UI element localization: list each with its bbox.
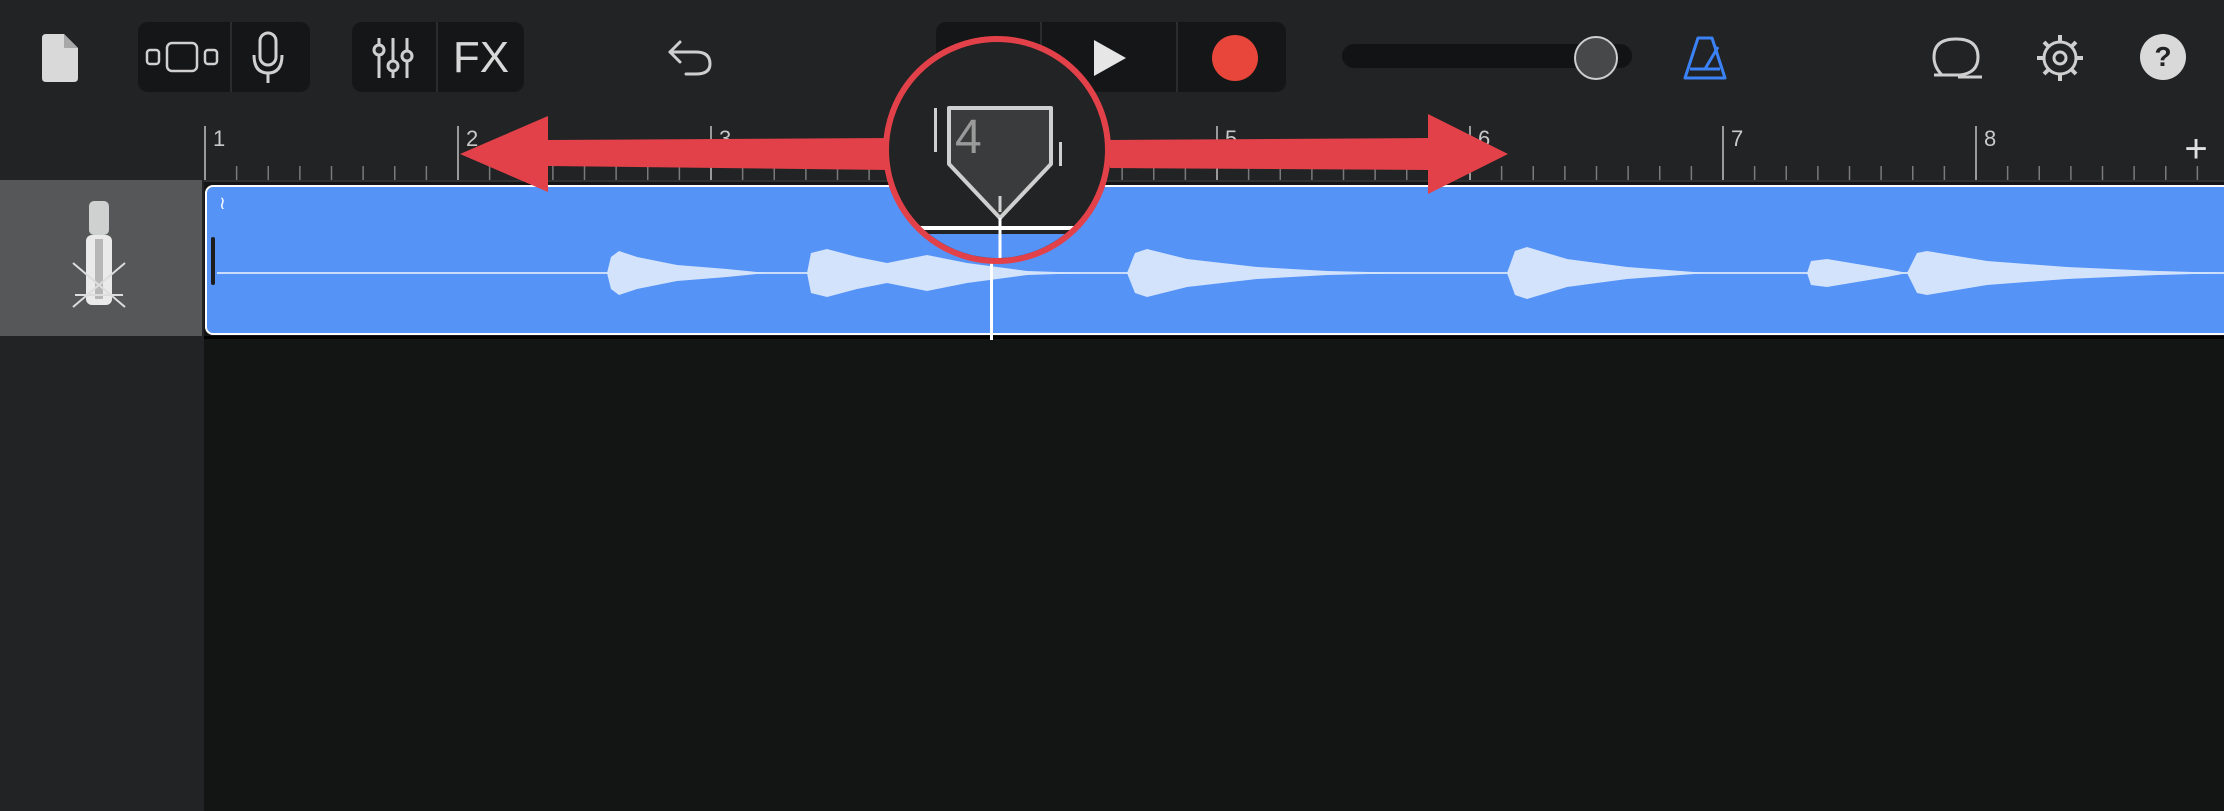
help-button[interactable]: ?	[2140, 34, 2186, 80]
record-button[interactable]	[1200, 30, 1270, 86]
undo-icon[interactable]	[660, 30, 720, 86]
bar-label-7: 7	[1731, 126, 1744, 151]
bar-label-1: 1	[213, 126, 226, 151]
settings-gear-icon[interactable]	[2032, 30, 2088, 86]
help-icon: ?	[2154, 41, 2172, 72]
loop-browser-icon[interactable]	[1928, 30, 1988, 86]
metronome-icon[interactable]	[1680, 30, 1730, 86]
audio-region[interactable]: ≀	[205, 185, 2224, 335]
fx-label: FX	[452, 33, 510, 82]
right-arrow-icon	[1110, 114, 1508, 194]
document-icon[interactable]	[38, 30, 82, 86]
playhead-magnifier: 4	[883, 36, 1111, 264]
record-icon	[1212, 35, 1258, 81]
toolbar: FX ?	[0, 0, 2224, 122]
microphone-icon[interactable]	[238, 28, 298, 88]
tracks-view-icon[interactable]	[142, 30, 222, 84]
track-lane[interactable]	[204, 338, 2224, 811]
lane-divider	[204, 336, 2224, 339]
magnified-tick	[934, 108, 937, 152]
divider	[436, 22, 438, 92]
magnified-tick	[1059, 142, 1062, 166]
plus-icon: +	[2184, 126, 2208, 171]
fx-button[interactable]: FX	[440, 28, 522, 88]
mixer-sliders-icon[interactable]	[362, 28, 424, 88]
play-icon[interactable]	[1080, 30, 1140, 86]
divider	[1176, 22, 1178, 92]
add-section-button[interactable]: +	[2176, 124, 2216, 174]
volume-knob[interactable]	[1574, 36, 1618, 80]
bar-label-8: 8	[1984, 126, 1997, 151]
divider	[230, 22, 232, 92]
playhead-bar-number: 4	[955, 111, 982, 164]
track-header[interactable]	[0, 180, 202, 336]
waveform	[217, 247, 2224, 299]
microphone-icon	[66, 198, 132, 320]
left-arrow-icon	[460, 116, 890, 192]
